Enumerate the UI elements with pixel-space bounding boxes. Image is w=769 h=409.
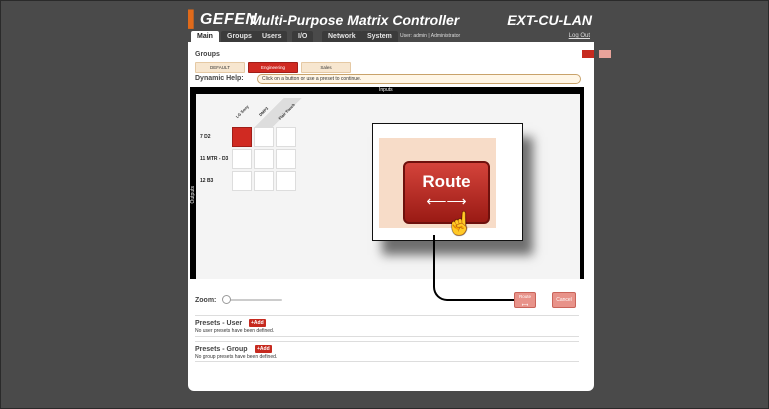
tab-groups[interactable]: Groups bbox=[221, 31, 258, 42]
matrix-cell[interactable] bbox=[254, 171, 274, 191]
group-default-button[interactable]: DEFAULT bbox=[195, 62, 245, 73]
route-button-label: Route bbox=[518, 294, 531, 299]
help-text: Click on a button or use a preset to con… bbox=[257, 74, 581, 84]
matrix-cell[interactable] bbox=[232, 171, 252, 191]
group-sales-button[interactable]: Sales bbox=[301, 62, 351, 73]
route-callout: Route ⟵⟶ ☝ bbox=[372, 123, 523, 241]
app-title: Multi-Purpose Matrix Controller bbox=[250, 12, 460, 28]
tab-users[interactable]: Users bbox=[256, 31, 288, 42]
matrix-cell[interactable] bbox=[276, 171, 296, 191]
main-panel: Groups DEFAULT Engineering Sales Dynamic… bbox=[188, 42, 611, 391]
matrix-cell[interactable] bbox=[276, 149, 296, 169]
matrix-cell[interactable] bbox=[232, 149, 252, 169]
hand-pointer-icon: ☝ bbox=[446, 211, 474, 236]
matrix-cell[interactable] bbox=[276, 127, 296, 147]
double-arrow-icon: ⟵⟶ bbox=[426, 193, 467, 209]
model-name: EXT-CU-LAN bbox=[507, 12, 592, 28]
logout-link[interactable]: Log Out bbox=[569, 31, 590, 42]
divider bbox=[195, 341, 579, 342]
presets-group-note: No group presets have been defined. bbox=[195, 354, 278, 360]
matrix-cell-active[interactable] bbox=[232, 127, 252, 147]
grid-view-icon[interactable] bbox=[582, 50, 594, 58]
main-tabs: Main Groups Users I/O Network System Use… bbox=[188, 31, 594, 42]
add-group-preset-button[interactable]: +Add bbox=[255, 345, 272, 353]
presets-group-title: Presets - Group bbox=[195, 346, 248, 353]
presets-user-note: No user presets have been defined. bbox=[195, 328, 275, 334]
output-label: 7 D2 bbox=[200, 134, 211, 140]
callout-zoom: Route ⟵⟶ ☝ bbox=[379, 138, 496, 236]
add-user-preset-button[interactable]: +Add bbox=[249, 319, 266, 327]
matrix-cell[interactable] bbox=[254, 149, 274, 169]
help-label: Dynamic Help: bbox=[195, 75, 244, 82]
zoom-slider-handle[interactable] bbox=[222, 295, 231, 304]
inputs-label: Inputs bbox=[379, 87, 393, 93]
group-engineering-button[interactable]: Engineering bbox=[248, 62, 298, 73]
divider bbox=[195, 315, 579, 316]
gefen-logo: ▌GEFEN bbox=[188, 11, 258, 28]
tab-network[interactable]: Network bbox=[322, 31, 362, 42]
output-label: 11 MTR - D3 bbox=[200, 156, 229, 162]
divider bbox=[195, 361, 579, 362]
output-label: 12 B3 bbox=[200, 178, 214, 184]
outputs-label: Outputs bbox=[190, 186, 196, 204]
cancel-button[interactable]: Cancel bbox=[552, 292, 576, 308]
tab-io[interactable]: I/O bbox=[292, 31, 314, 42]
user-info: User: admin | Administrator bbox=[400, 33, 461, 39]
callout-connector-line bbox=[433, 235, 520, 301]
tab-system[interactable]: System bbox=[361, 31, 398, 42]
routing-matrix: Inputs Outputs LG Sony DMP3 Flair Touch … bbox=[190, 87, 584, 279]
matrix-cell[interactable] bbox=[254, 127, 274, 147]
list-view-icon[interactable] bbox=[599, 50, 611, 58]
groups-title: Groups bbox=[195, 51, 220, 58]
zoom-label: Zoom: bbox=[195, 297, 217, 304]
tab-main[interactable]: Main bbox=[191, 31, 219, 42]
divider bbox=[195, 336, 579, 337]
app-header: ▌GEFEN Multi-Purpose Matrix Controller E… bbox=[188, 10, 594, 32]
double-arrow-icon: ⟷ bbox=[521, 302, 529, 307]
zoom-slider[interactable] bbox=[224, 299, 282, 301]
presets-user-title: Presets - User bbox=[195, 320, 243, 327]
route-button[interactable]: Route ⟷ bbox=[514, 292, 536, 308]
route-button-label: Route bbox=[422, 172, 471, 191]
